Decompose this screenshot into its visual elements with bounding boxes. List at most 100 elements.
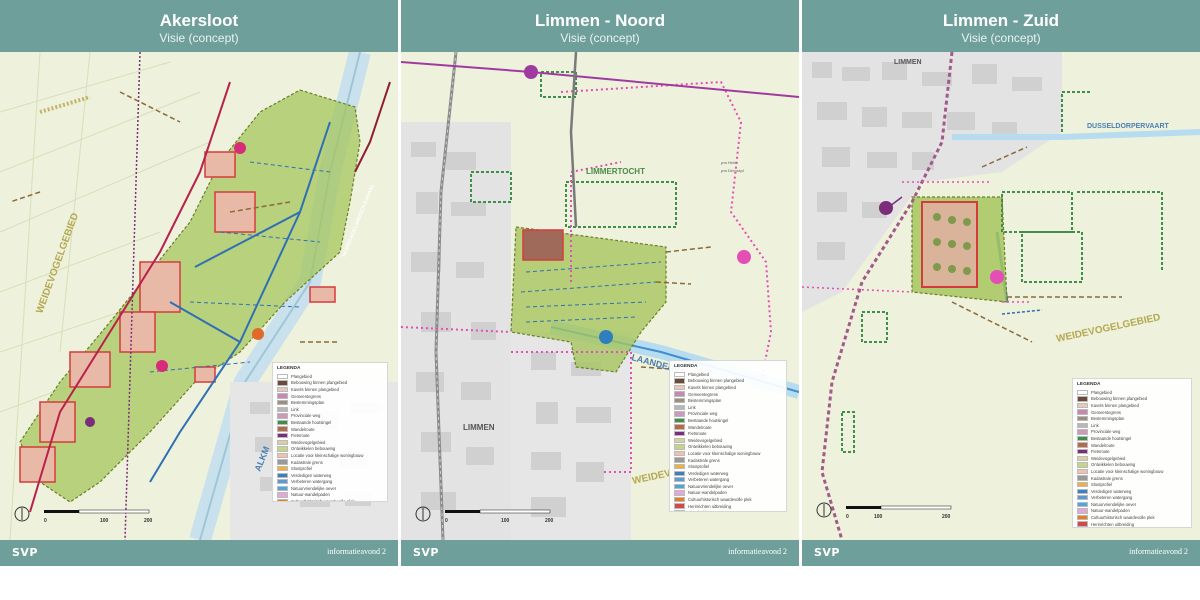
legend-label: Plangebied xyxy=(291,373,312,379)
legend-swatch xyxy=(674,404,685,410)
legend-label: Kavels binnen plangebied xyxy=(291,386,339,392)
legend-item: Herinrichten uitbreiding xyxy=(674,503,782,510)
legend-swatch xyxy=(277,465,288,472)
legend-swatch xyxy=(674,411,685,417)
legend-label: Bestaande houtsingel xyxy=(1091,435,1132,441)
legend-swatch xyxy=(674,510,685,511)
legend-item: Slootprofiel xyxy=(1077,481,1187,488)
bike-route-icon[interactable] xyxy=(879,201,893,215)
legend-swatch xyxy=(674,397,685,404)
legend-label: Natuur-wandelpaden xyxy=(291,492,330,498)
legend-label: Openheid xyxy=(688,510,706,511)
legend-label: Wandelroute xyxy=(688,424,712,430)
legend-item: Locatie voor kleinschalige woningbouw xyxy=(277,452,383,459)
map-label: LIMMEN xyxy=(463,423,495,432)
bike-route-icon[interactable] xyxy=(85,417,95,427)
legend-item: Natuurvriendelijke oever xyxy=(674,483,782,490)
legend-label: Verdedigen waterweg xyxy=(1091,488,1132,494)
legend-item: Ontwikkelen bebouwing xyxy=(277,446,383,453)
scale-label: 200 xyxy=(144,518,153,524)
legend-swatch xyxy=(674,444,685,450)
legend-swatch xyxy=(277,446,288,452)
legend-label: Bebouwing binnen plangebied xyxy=(688,378,745,384)
legend-label: Ontwikkelen bebouwing xyxy=(1091,462,1136,468)
legend-items: Plangebied Bebouwing binnen plangebied Kav… xyxy=(1077,389,1187,527)
scale-label: 100 xyxy=(501,518,510,524)
legend-swatch xyxy=(1077,402,1088,409)
legend-item: Wandelroute xyxy=(277,426,383,433)
legend-label: Bebouwing binnen plangebied xyxy=(1091,396,1148,402)
legend-item: Ontwikkelen bebouwing xyxy=(674,444,782,451)
legend-item: Link xyxy=(277,406,383,413)
svp-logo: SVP xyxy=(413,546,439,559)
legend-item: Wandelroute xyxy=(1077,442,1187,449)
walk-route-icon[interactable] xyxy=(156,360,168,372)
legend-item: Plangebied xyxy=(674,371,782,378)
legend-item: Provinciale weg xyxy=(277,413,383,420)
legend-swatch xyxy=(1077,488,1088,494)
legend-item: Verdedigen waterweg xyxy=(674,470,782,477)
legend-swatch xyxy=(277,485,288,492)
walk-route-icon[interactable] xyxy=(737,250,751,264)
legend-label: Natuur-wandelpaden xyxy=(688,490,727,496)
legend-item: Bebouwing binnen plangebied xyxy=(1077,396,1187,403)
legend-swatch xyxy=(277,492,288,498)
legend-item: Plangebied xyxy=(1077,389,1187,396)
legend-swatch xyxy=(277,439,288,445)
legend-swatch xyxy=(1077,429,1088,435)
legend-swatch xyxy=(674,371,685,377)
legend-swatch xyxy=(1077,422,1088,428)
legend-items: Plangebied Bebouwing binnen plangebied Kav… xyxy=(674,371,782,511)
legend-item: Bestemmingsplan xyxy=(674,397,782,404)
legend-swatch xyxy=(674,378,685,384)
panel-akersloot: Akersloot Visie (concept) 0 100 200 WEID… xyxy=(0,0,398,566)
legend-item: Provinciale weg xyxy=(674,411,782,418)
walk-route-icon[interactable] xyxy=(990,270,1004,284)
legend-swatch xyxy=(1077,468,1088,475)
legend-label: Plangebied xyxy=(1091,389,1112,395)
legend-item: Link xyxy=(674,404,782,411)
legend-swatch xyxy=(674,384,685,391)
panel-header: Akersloot Visie (concept) xyxy=(0,0,398,52)
legend-swatch xyxy=(1077,442,1088,448)
panel-title: Limmen - Noord xyxy=(534,11,666,30)
legend-swatch xyxy=(277,479,288,485)
legend-swatch xyxy=(1077,508,1088,514)
panel-header: Limmen - Noord Visie (concept) xyxy=(401,0,799,52)
legend-item: Kavels binnen plangebied xyxy=(1077,402,1187,409)
panel-footer: SVP informatieavond 2 xyxy=(802,540,1200,566)
legend-items: Plangebied Bebouwing binnen plangebied Kav… xyxy=(277,373,383,501)
legend-item: Verdedigen waterweg xyxy=(277,472,383,479)
bike-route-icon[interactable] xyxy=(524,65,538,79)
legend-label: Fietsroute xyxy=(1091,449,1110,455)
legend-item: Slootprofiel xyxy=(277,465,383,472)
walk-route-icon[interactable] xyxy=(234,142,246,154)
legend-item: Verbeteren watergang xyxy=(674,477,782,484)
legend-label: Ontwikkelen bebouwing xyxy=(688,444,733,450)
legend-label: Provinciale weg xyxy=(291,413,321,419)
legend-label: Locatie voor kleinschalige woningbouw xyxy=(688,450,761,456)
legend-item: Fietsroute xyxy=(1077,448,1187,455)
legend-label: Locatie voor kleinschalige woningbouw xyxy=(1091,468,1164,474)
boat-icon[interactable] xyxy=(599,330,613,344)
legend-swatch xyxy=(674,496,685,503)
panel-header: Limmen - Zuid Visie (concept) xyxy=(802,0,1200,52)
legend-item: Weidevogelgebied xyxy=(277,439,383,446)
legend-label: Natuurvriendelijke oever xyxy=(291,485,337,491)
legend-swatch xyxy=(674,437,685,443)
legend-label: Link xyxy=(688,404,696,410)
legend-swatch xyxy=(674,490,685,496)
legend-swatch xyxy=(674,503,685,509)
legend-swatch xyxy=(277,459,288,465)
map-label: DUSSELDORPERVAART xyxy=(1087,123,1170,130)
legend-item: Herinrichten uitbreiding xyxy=(1077,521,1187,527)
legend-item: Verdedigen waterweg xyxy=(1077,488,1187,495)
legend-swatch xyxy=(674,483,685,490)
scale-label: 200 xyxy=(545,518,554,524)
legend-item: Verbeteren watergang xyxy=(277,479,383,486)
cultural-heritage-icon[interactable] xyxy=(252,328,264,340)
legend-item: Natuur-wandelpaden xyxy=(674,490,782,497)
legend-item: Bebouwing binnen plangebied xyxy=(674,378,782,385)
legend-label: Natuur-wandelpaden xyxy=(1091,508,1130,514)
legend-label: Verbeteren watergang xyxy=(688,477,730,483)
